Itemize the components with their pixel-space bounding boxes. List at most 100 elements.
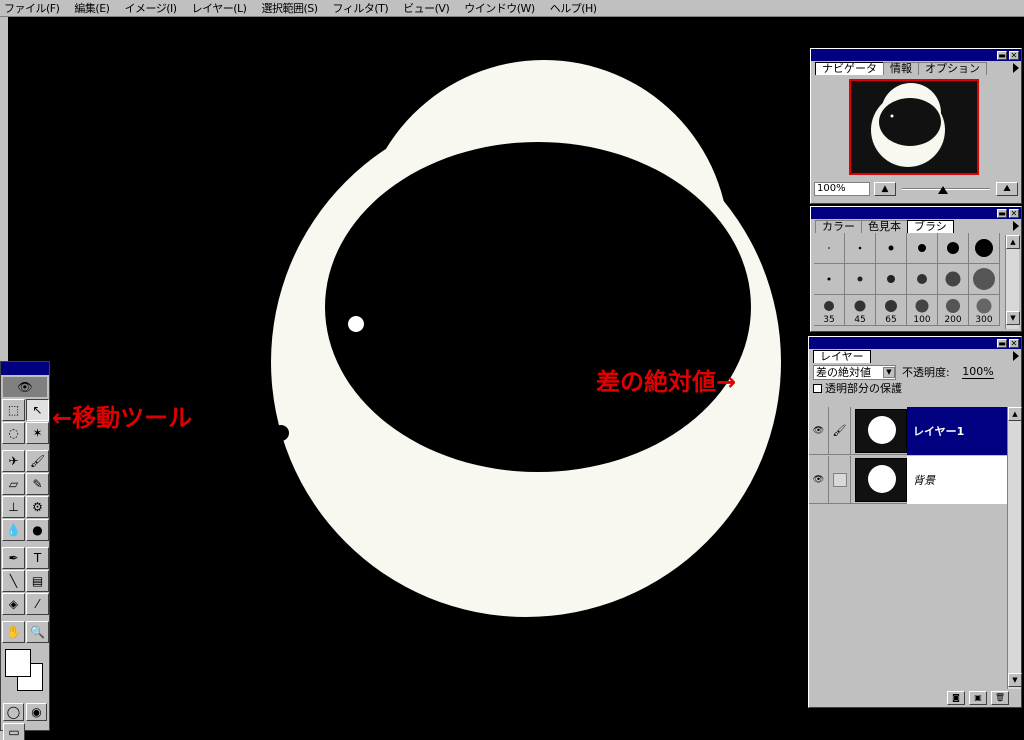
scroll-down-icon[interactable]: ▼	[1006, 311, 1020, 325]
trash-icon[interactable]: 🗑	[991, 691, 1009, 705]
brush-tip-35[interactable]: 35	[814, 295, 845, 326]
tab-info[interactable]: 情報	[883, 62, 919, 75]
brush-tip[interactable]	[814, 233, 845, 264]
zoom-icon[interactable]: 🔍	[26, 621, 49, 643]
brush-tip[interactable]	[907, 264, 938, 295]
zoom-out-icon[interactable]: ▲	[874, 182, 896, 196]
menu-layer[interactable]: レイヤー(L)	[192, 0, 247, 16]
foreground-color-swatch[interactable]	[5, 649, 31, 677]
menu-edit[interactable]: 編集(E)	[74, 0, 110, 16]
minimize-icon[interactable]: ▬	[997, 338, 1007, 348]
pen-icon[interactable]: ✒	[2, 547, 25, 569]
panel-menu-arrow-icon[interactable]	[1013, 63, 1019, 73]
brush-tip-100[interactable]: 100	[907, 295, 938, 326]
menu-file[interactable]: ファイル(F)	[4, 0, 60, 16]
toolbox-eye-icon[interactable]: 👁	[3, 377, 47, 397]
brush-tip[interactable]	[876, 233, 907, 264]
stamp-icon[interactable]: ⊥	[2, 496, 25, 518]
brush-tip-300[interactable]: 300	[969, 295, 1000, 326]
type-icon[interactable]: T	[26, 547, 49, 569]
tab-brushes[interactable]: ブラシ	[907, 220, 954, 233]
screen-mode-icon[interactable]: ▭	[3, 723, 25, 740]
zoom-input[interactable]: 100%	[814, 182, 870, 196]
preserve-transparency[interactable]: 透明部分の保護	[809, 381, 1021, 395]
scroll-up-icon[interactable]: ▲	[1008, 407, 1022, 421]
layer-row-1[interactable]: 👁 🖌 レイヤー1	[809, 406, 1009, 455]
brush-tip[interactable]	[814, 264, 845, 295]
chevron-down-icon[interactable]: ▼	[883, 366, 895, 378]
airbrush-icon[interactable]: ✈	[2, 450, 25, 472]
brush-tip[interactable]	[938, 233, 969, 264]
eyedropper-icon[interactable]: ⁄	[26, 593, 49, 615]
zoom-slider-knob[interactable]	[938, 186, 948, 194]
hand-icon[interactable]: ✋	[2, 621, 25, 643]
brush-tip[interactable]	[969, 233, 1000, 264]
line-icon[interactable]: ╲	[2, 570, 25, 592]
mask-icon[interactable]: ◙	[947, 691, 965, 705]
layer-name[interactable]: レイヤー1	[907, 406, 1009, 455]
menu-window[interactable]: ウインドウ(W)	[464, 0, 535, 16]
standard-mode-icon[interactable]: ◯	[3, 703, 24, 721]
tab-options[interactable]: オプション	[918, 62, 987, 75]
close-icon[interactable]: ✕	[1009, 50, 1019, 60]
blur-icon[interactable]: 💧	[2, 519, 25, 541]
paint-bucket-icon[interactable]: ◈	[2, 593, 25, 615]
magic-wand-icon[interactable]: ✶	[26, 422, 49, 444]
brush-tip[interactable]	[876, 264, 907, 295]
menu-filter[interactable]: フィルタ(T)	[333, 0, 389, 16]
dodge-icon[interactable]: ●	[26, 519, 49, 541]
toolbox-titlebar[interactable]	[1, 362, 49, 375]
brushes-titlebar[interactable]: ▬ ✕	[811, 207, 1021, 219]
brush-tip[interactable]	[938, 264, 969, 295]
layer-row-background[interactable]: 👁 背景	[809, 455, 1009, 504]
panel-menu-arrow-icon[interactable]	[1013, 221, 1019, 231]
quick-mask-icon[interactable]: ◉	[26, 703, 47, 721]
brushes-scrollbar[interactable]: ▲ ▼	[1005, 235, 1020, 329]
paintbrush-icon[interactable]: 🖌	[26, 450, 49, 472]
scroll-up-icon[interactable]: ▲	[1006, 235, 1020, 249]
minimize-icon[interactable]: ▬	[997, 208, 1007, 218]
scroll-down-icon[interactable]: ▼	[1008, 673, 1022, 687]
history-brush-icon[interactable]: ⚙	[26, 496, 49, 518]
brush-tip-200[interactable]: 200	[938, 295, 969, 326]
paintbrush-icon[interactable]: 🖌	[829, 406, 851, 455]
tab-navigator[interactable]: ナビゲータ	[815, 62, 884, 75]
new-layer-icon[interactable]: ▣	[969, 691, 987, 705]
opacity-value[interactable]: 100%	[961, 365, 994, 379]
brush-tip[interactable]	[845, 233, 876, 264]
menu-help[interactable]: ヘルプ(H)	[550, 0, 597, 16]
close-icon[interactable]: ✕	[1009, 338, 1019, 348]
tab-color[interactable]: カラー	[815, 220, 862, 233]
pencil-icon[interactable]: ✎	[26, 473, 49, 495]
eraser-icon[interactable]: ▱	[2, 473, 25, 495]
lasso-icon[interactable]: ◌	[2, 422, 25, 444]
brush-tip-65[interactable]: 65	[876, 295, 907, 326]
eye-icon[interactable]: 👁	[809, 406, 829, 455]
brush-tip-45[interactable]: 45	[845, 295, 876, 326]
menu-image[interactable]: イメージ(I)	[124, 0, 177, 16]
layer-name[interactable]: 背景	[907, 455, 1009, 504]
minimize-icon[interactable]: ▬	[997, 50, 1007, 60]
tab-swatches[interactable]: 色見本	[861, 220, 908, 233]
gradient-icon[interactable]: ▤	[26, 570, 49, 592]
move-tool-icon[interactable]: ↖	[26, 399, 49, 421]
close-icon[interactable]: ✕	[1009, 208, 1019, 218]
layers-scrollbar[interactable]: ▲ ▼	[1007, 407, 1022, 689]
layers-titlebar[interactable]: ▬ ✕	[809, 337, 1021, 349]
link-slot[interactable]	[829, 455, 851, 504]
tab-layers[interactable]: レイヤー	[813, 350, 871, 363]
menu-select[interactable]: 選択範囲(S)	[261, 0, 318, 16]
zoom-slider[interactable]	[900, 182, 992, 196]
brush-tip[interactable]	[907, 233, 938, 264]
menu-view[interactable]: ビュー(V)	[403, 0, 450, 16]
preserve-transparency-checkbox[interactable]	[813, 383, 822, 393]
navigator-thumbnail[interactable]	[849, 79, 979, 175]
eye-icon[interactable]: 👁	[809, 455, 829, 504]
zoom-in-icon[interactable]: ⛰	[996, 182, 1018, 196]
brush-tip[interactable]	[969, 264, 1000, 295]
marquee-icon[interactable]: ⬚	[2, 399, 25, 421]
blend-mode-select[interactable]: 差の絶対値 ▼	[813, 364, 896, 380]
panel-menu-arrow-icon[interactable]	[1013, 351, 1019, 361]
navigator-titlebar[interactable]: ▬ ✕	[811, 49, 1021, 61]
brush-tip[interactable]	[845, 264, 876, 295]
